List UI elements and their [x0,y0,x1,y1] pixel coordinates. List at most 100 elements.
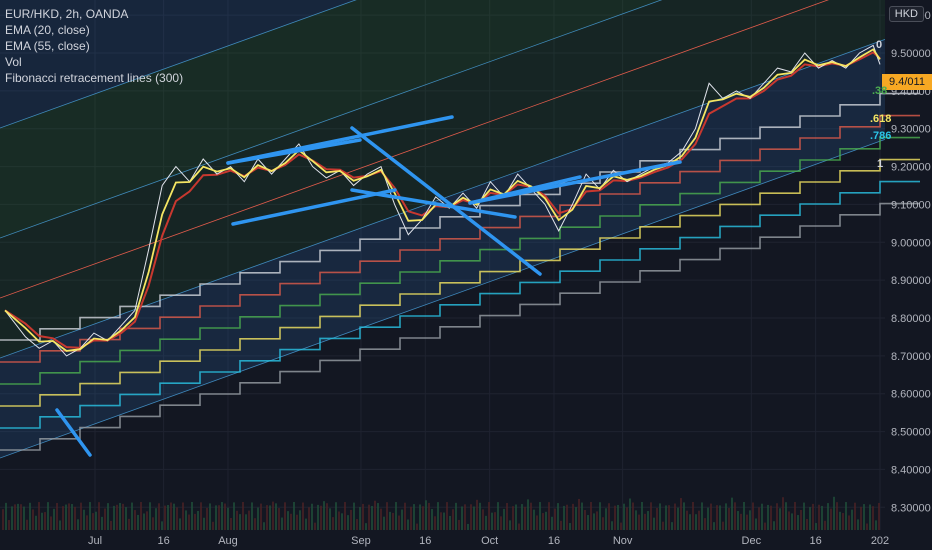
volume-bar [293,502,295,530]
volume-bar [137,514,139,530]
legend-ema55[interactable]: EMA (55, close) [5,38,183,54]
volume-bar [542,513,544,530]
volume-bar [623,503,625,530]
volume-bar [260,503,262,530]
volume-bar [710,503,712,530]
volume-bar [518,523,520,530]
volume-bar [65,504,67,530]
volume-bar [431,508,433,530]
legend-ema20[interactable]: EMA (20, close) [5,22,183,38]
x-tick-label: Oct [481,535,498,547]
volume-bar [278,508,280,530]
volume-bar [503,508,505,530]
volume-bar [878,502,880,530]
fib-label-0: 0 [876,39,883,51]
volume-bar [119,502,121,530]
volume-bar [386,502,388,530]
volume-bar [530,502,532,530]
volume-bar [11,506,13,530]
volume-bar [2,509,4,530]
volume-bar [668,505,670,530]
y-tick-label: 8.60000 [891,389,931,401]
volume-bar [20,504,22,530]
volume-bar [185,510,187,530]
volume-bar [374,500,376,530]
volume-bar [845,502,847,530]
volume-bar [452,509,454,530]
volume-bar [404,502,406,530]
volume-bar [455,502,457,530]
volume-bar [680,498,682,530]
volume-bar [860,506,862,530]
volume-bar [575,507,577,530]
volume-bar [737,511,739,530]
volume-bar [464,504,466,530]
volume-bar [761,503,763,530]
volume-bar [797,515,799,530]
volume-bar [92,513,94,530]
volume-bar [344,502,346,530]
volume-bar [269,505,271,530]
y-tick-label: 8.40000 [891,464,931,476]
volume-bar [206,507,208,530]
volume-bar [758,507,760,530]
volume-bar [323,501,325,530]
volume-bar [290,513,292,530]
volume-bar [467,523,469,530]
y-tick-label: 8.50000 [891,427,931,439]
volume-bar [704,518,706,530]
volume-bar [8,520,10,530]
volume-bar [167,505,169,530]
legend-symbol[interactable]: EUR/HKD, 2h, OANDA [5,6,183,22]
volume-bar [140,502,142,530]
volume-bar [380,508,382,530]
volume-bar [107,503,109,530]
volume-bar [617,504,619,530]
y-tick-label: 9.00000 [891,237,931,249]
legend-fib[interactable]: Fibonacci retracement lines (300) [5,70,183,86]
volume-bar [26,519,28,530]
volume-bar [629,498,631,530]
volume-bar [287,511,289,530]
volume-bar [536,515,538,530]
volume-bar [110,520,112,530]
volume-bar [653,517,655,530]
volume-bar [863,504,865,530]
volume-bar [830,508,832,530]
y-tick-label: 8.80000 [891,313,931,325]
volume-bar [752,502,754,530]
volume-bar [548,502,550,530]
volume-bar [764,522,766,530]
x-tick-label: 16 [548,535,560,547]
volume-bar [716,505,718,530]
volume-bar [719,505,721,530]
legend-vol[interactable]: Vol [5,54,183,70]
volume-bar [749,510,751,530]
volume-bar [41,512,43,530]
chart-container[interactable]: 9.600009.500009.400009.300009.200009.100… [0,0,932,550]
volume-bar [818,504,820,530]
volume-bar [611,521,613,530]
volume-bar [62,506,64,530]
volume-bar [29,502,31,530]
volume-bar [32,509,34,530]
volume-bar [389,511,391,530]
volume-bar [698,510,700,530]
volume-bar [773,521,775,530]
volume-bar [53,508,55,530]
volume-bar [125,507,127,530]
volume-bar [89,502,91,530]
volume-bar [734,502,736,530]
volume-bar [638,514,640,530]
volume-bar [515,504,517,530]
volume-bar [179,518,181,530]
currency-button[interactable]: HKD [888,6,924,22]
volume-bar [812,503,814,530]
volume-bar [866,523,868,530]
volume-bar [842,513,844,530]
volume-bar [191,502,193,530]
volume-bar [353,502,355,530]
volume-bar [314,522,316,530]
volume-bar [347,515,349,530]
volume-bar [821,505,823,530]
